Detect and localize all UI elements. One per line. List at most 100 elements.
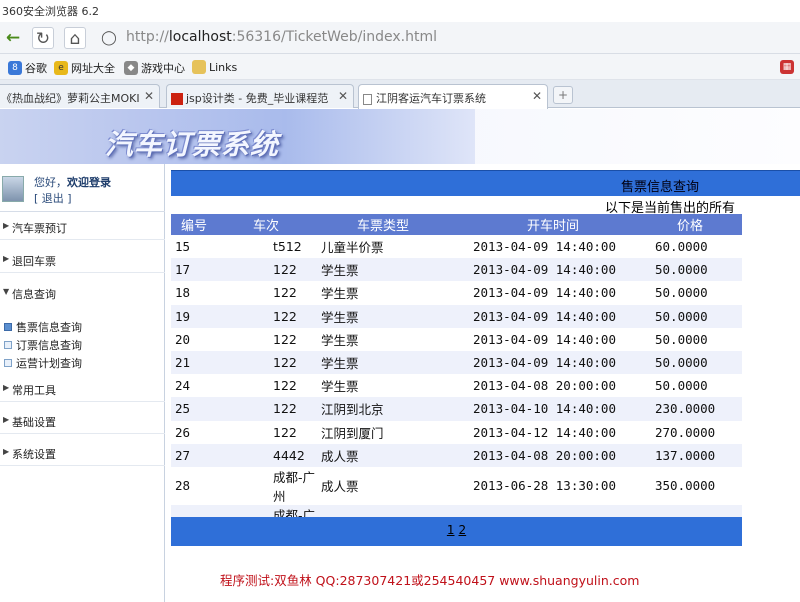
- table-cell: 18: [175, 285, 191, 301]
- tab-label: 《热血战纪》萝莉公主MOKI: [1, 92, 140, 105]
- table-cell: 2013-04-08 20:00:00: [473, 378, 616, 394]
- table-cell: 122: [221, 397, 315, 421]
- column-header: 开车时间: [465, 214, 635, 235]
- menu-tools[interactable]: ▶ 常用工具: [0, 376, 165, 402]
- table-cell: 19: [171, 304, 221, 328]
- caret-right-icon: ▶: [3, 415, 10, 424]
- url-path: :56316/TicketWeb/index.html: [231, 29, 438, 45]
- table-cell: 成都-广州: [273, 469, 316, 504]
- table-cell: 50.0000: [655, 285, 708, 301]
- table-cell: 15: [175, 239, 191, 255]
- table-header-row: 编号 车次 车票类型 开车时间 价格: [171, 214, 742, 235]
- menu-label: 汽车票预订: [12, 222, 67, 235]
- table-cell: 26: [175, 424, 191, 440]
- back-arrow-icon[interactable]: ←: [2, 27, 24, 49]
- bookmark-links[interactable]: Links: [192, 60, 237, 74]
- table-cell: 122: [273, 331, 297, 347]
- menu-label: 基础设置: [12, 416, 56, 429]
- menu-system-settings[interactable]: ▶ 系统设置: [0, 440, 165, 466]
- pagination: 12: [171, 517, 742, 546]
- section-label: 售票信息查询: [621, 180, 700, 195]
- close-icon[interactable]: ✕: [532, 89, 542, 103]
- page-title: 汽车订票系统: [105, 128, 280, 161]
- table-row: 20 122 学生票 2013-04-09 14:40:00 50.0000: [171, 328, 742, 351]
- table-cell: 122: [273, 285, 297, 301]
- table-cell: 成人票: [315, 443, 465, 467]
- url-host: localhost: [168, 29, 232, 45]
- table-cell: 28: [175, 478, 191, 494]
- bookmark-games[interactable]: ◆ 游戏中心: [124, 60, 185, 76]
- menu-info-query[interactable]: ▼ 信息查询: [0, 280, 165, 306]
- table-cell: 50.0000: [655, 378, 708, 394]
- table-cell: 21: [171, 350, 221, 375]
- table-row: 25 122 江阴到北京 2013-04-10 14:40:00 230.0000: [171, 397, 742, 421]
- gamepad-icon: ◆: [124, 61, 138, 75]
- column-header: 车次: [221, 214, 315, 235]
- table-cell: 50.0000: [635, 258, 742, 282]
- table-cell: 2013-04-08 20:00:00: [465, 443, 635, 467]
- table-cell: 学生票: [315, 258, 465, 282]
- page-link-1[interactable]: 1: [447, 523, 455, 537]
- page-link-2[interactable]: 2: [459, 523, 467, 537]
- bookmark-urls[interactable]: e 网址大全: [54, 60, 115, 76]
- menu-label: 常用工具: [12, 384, 56, 397]
- google-icon: 8: [8, 61, 22, 75]
- browser-titlebar: 360安全浏览器 6.2: [0, 0, 800, 22]
- apps-icon[interactable]: ▦: [780, 60, 794, 74]
- table-cell: 学生票: [321, 332, 359, 348]
- column-header: 价格: [635, 214, 742, 235]
- table-cell: 122: [273, 378, 297, 394]
- globe-icon: e: [54, 61, 68, 75]
- menu-book-ticket[interactable]: ▶ 汽车票预订: [0, 214, 165, 240]
- table-cell: 25: [171, 397, 221, 421]
- tab-ticket-system[interactable]: 江阴客运汽车订票系统 ✕: [358, 84, 548, 109]
- sidebar: 您好，欢迎登录 [ 退出 ] ▶ 汽车票预订 ▶ 退回车票 ▼ 信息查询 售票信息查询…: [0, 164, 165, 602]
- close-icon[interactable]: ✕: [144, 89, 154, 103]
- header-banner: 汽车订票系统: [0, 109, 800, 164]
- submenu-plan-query[interactable]: 运营计划查询: [4, 355, 82, 371]
- caret-right-icon: ▶: [3, 254, 10, 263]
- table-row: 26 122 江阴到厦门 2013-04-12 14:40:00 270.0000: [171, 421, 742, 444]
- table-cell: 2013-04-09 14:40:00: [473, 331, 616, 347]
- table-cell: 2013-04-09 14:40:00: [465, 304, 635, 328]
- table-cell: 2013-04-09 14:40:00: [465, 350, 635, 375]
- bookmarks-bar: 8 谷歌 e 网址大全 ◆ 游戏中心 Links ▦: [0, 54, 800, 80]
- close-icon[interactable]: ✕: [338, 89, 348, 103]
- table-row: 24 122 学生票 2013-04-08 20:00:00 50.0000: [171, 374, 742, 397]
- tab-bar: 《热血战纪》萝莉公主MOKI ✕ jsp设计类 - 免费_毕业课程范 ✕ 江阴客…: [0, 80, 800, 109]
- logout-link[interactable]: [ 退出 ]: [34, 190, 72, 206]
- bookmark-label: 游戏中心: [141, 62, 185, 75]
- table-row: 18 122 学生票 2013-04-09 14:40:00 50.0000: [171, 281, 742, 304]
- table-row: 21 122 学生票 2013-04-09 14:40:00 50.0000: [171, 350, 742, 375]
- bookmark-google[interactable]: 8 谷歌: [8, 60, 47, 76]
- table-cell: 50.0000: [635, 304, 742, 328]
- greeting-text: 您好，: [34, 176, 67, 189]
- reload-icon[interactable]: ↻: [32, 27, 54, 49]
- submenu-booking-query[interactable]: 订票信息查询: [4, 337, 82, 353]
- table-row: 27 4442 成人票 2013-04-08 20:00:00 137.0000: [171, 443, 742, 467]
- menu-basic-settings[interactable]: ▶ 基础设置: [0, 408, 165, 434]
- caret-right-icon: ▶: [3, 447, 10, 456]
- table-cell: 江阴到厦门: [321, 425, 384, 441]
- shield-icon[interactable]: ◯: [98, 27, 120, 49]
- submenu-sales-query[interactable]: 售票信息查询: [4, 319, 82, 335]
- url-scheme: http://: [126, 29, 169, 45]
- column-header: 编号: [171, 214, 221, 235]
- table-cell: 50.0000: [655, 331, 708, 347]
- home-icon[interactable]: ⌂: [64, 27, 86, 49]
- menu-return-ticket[interactable]: ▶ 退回车票: [0, 247, 165, 273]
- bookmark-label: Links: [209, 60, 238, 74]
- table-cell: 27: [171, 443, 221, 467]
- url-input[interactable]: http://localhost:56316/TicketWeb/index.h…: [126, 29, 437, 45]
- submenu-label: 运营计划查询: [16, 357, 82, 370]
- new-tab-button[interactable]: +: [553, 86, 573, 104]
- table-cell: 2013-04-12 14:40:00: [473, 424, 616, 440]
- tab-game[interactable]: 《热血战纪》萝莉公主MOKI ✕: [0, 84, 160, 108]
- table-cell: 60.0000: [655, 239, 708, 255]
- tab-label: 江阴客运汽车订票系统: [376, 92, 486, 105]
- caret-right-icon: ▶: [3, 221, 10, 230]
- greeting-bold: 欢迎登录: [67, 176, 111, 189]
- table-cell: 2013-04-09 14:40:00: [473, 285, 616, 301]
- tab-jsp[interactable]: jsp设计类 - 免费_毕业课程范 ✕: [166, 84, 354, 108]
- table-cell: 24: [175, 378, 191, 394]
